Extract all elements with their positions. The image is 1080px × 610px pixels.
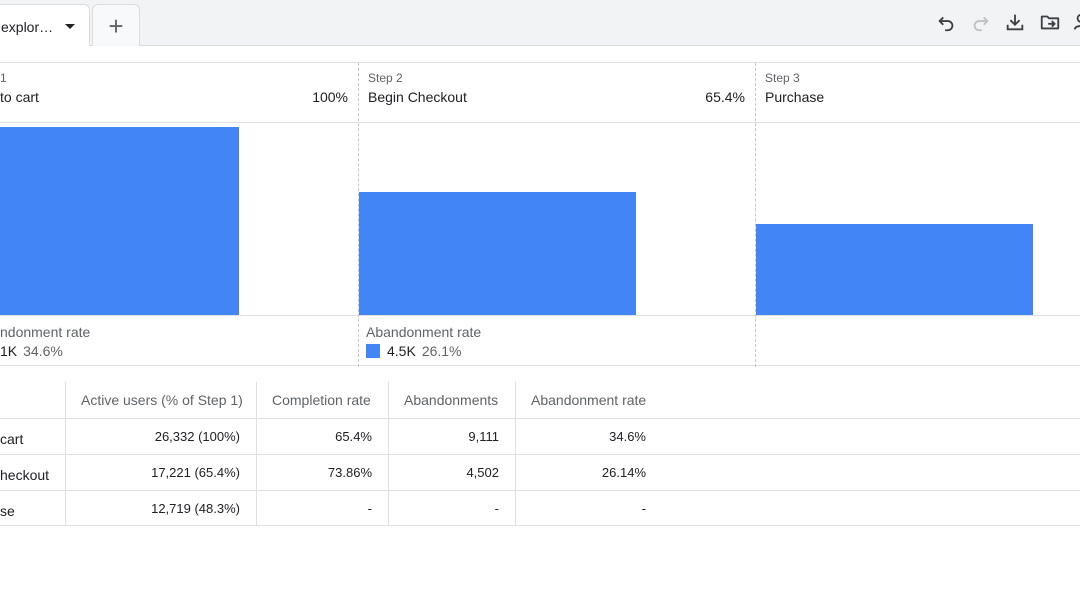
step-divider [755, 63, 756, 367]
step-2-header[interactable]: Step 2 Begin Checkout 65.4% [358, 63, 755, 123]
step-1-percent: 100% [312, 89, 348, 105]
funnel-table: Active users (% of Step 1) Completion ra… [0, 382, 1080, 526]
step-2-number: Step 2 [368, 71, 403, 85]
top-bar: explor… + [0, 0, 1080, 46]
row-abandonment-rate: - [641, 501, 646, 516]
download-icon[interactable] [1003, 10, 1027, 34]
chart-baseline [0, 315, 1080, 316]
step-2-abandonment-label: Abandonment rate [366, 324, 482, 340]
move-to-folder-icon[interactable] [1038, 10, 1062, 34]
funnel-bar-step-2[interactable] [359, 192, 636, 315]
row-abandonment-rate: 26.14% [601, 465, 646, 480]
redo-icon[interactable] [969, 10, 993, 34]
row-step-name: se [0, 503, 15, 519]
row-active-users: 26,332 (100%) [154, 429, 240, 444]
step-1-name: to cart [0, 89, 39, 105]
step-3-header[interactable]: Step 3 Purchase [755, 63, 1080, 123]
undo-icon[interactable] [934, 10, 958, 34]
exploration-tab[interactable]: explor… [0, 4, 90, 46]
header-completion-rate[interactable]: Completion rate [272, 382, 371, 418]
row-completion-rate: - [367, 501, 372, 516]
funnel-bar-step-1[interactable] [0, 127, 239, 315]
funnel-bar-step-3[interactable] [756, 224, 1033, 315]
step-3-number: Step 3 [765, 71, 800, 85]
table-row[interactable]: cart 26,332 (100%) 65.4% 9,111 34.6% [0, 418, 1080, 454]
step-2-abandon-count: 4.5K [387, 343, 416, 359]
share-person-icon[interactable] [1072, 10, 1080, 34]
step-1-abandonment-label: ndonment rate [0, 324, 91, 340]
header-abandonment-rate[interactable]: Abandonment rate [531, 382, 646, 418]
funnel-chart: 1 to cart 100% Step 2 Begin Checkout 65.… [0, 62, 1080, 367]
step-2-name: Begin Checkout [368, 89, 467, 105]
step-1-number: 1 [0, 71, 7, 85]
step-1-header[interactable]: 1 to cart 100% [0, 63, 358, 123]
step-1-abandon-count: 1K [0, 343, 18, 359]
header-abandonments[interactable]: Abandonments [404, 382, 498, 418]
step-2-percent: 65.4% [705, 89, 745, 105]
row-abandonments: 9,111 [468, 429, 499, 444]
table-row[interactable]: se 12,719 (48.3%) - - - [0, 490, 1080, 526]
step-2-abandon-rate: 26.1% [421, 343, 462, 359]
row-abandonments: 4,502 [466, 465, 499, 480]
row-active-users: 17,221 (65.4%) [151, 465, 240, 480]
step-2-abandonment[interactable]: 4.5K 26.1% [366, 343, 462, 359]
caret-down-icon[interactable] [65, 24, 75, 29]
row-step-name: heckout [0, 467, 50, 483]
step-1-abandon-rate: 34.6% [23, 343, 63, 359]
step-1-abandonment[interactable]: 1K 34.6% [0, 343, 63, 359]
add-tab-button[interactable]: + [92, 4, 140, 46]
row-completion-rate: 73.86% [327, 465, 372, 480]
row-active-users: 12,719 (48.3%) [151, 501, 240, 516]
exploration-tab-label: explor… [1, 19, 54, 35]
row-completion-rate: 65.4% [335, 429, 372, 444]
row-abandonment-rate: 34.6% [609, 429, 646, 444]
step-3-name: Purchase [765, 89, 825, 105]
legend-swatch [366, 344, 380, 358]
row-abandonments: - [494, 501, 499, 516]
table-row[interactable]: heckout 17,221 (65.4%) 73.86% 4,502 26.1… [0, 454, 1080, 490]
header-active-users[interactable]: Active users (% of Step 1) [81, 382, 243, 418]
row-step-name: cart [0, 431, 24, 447]
